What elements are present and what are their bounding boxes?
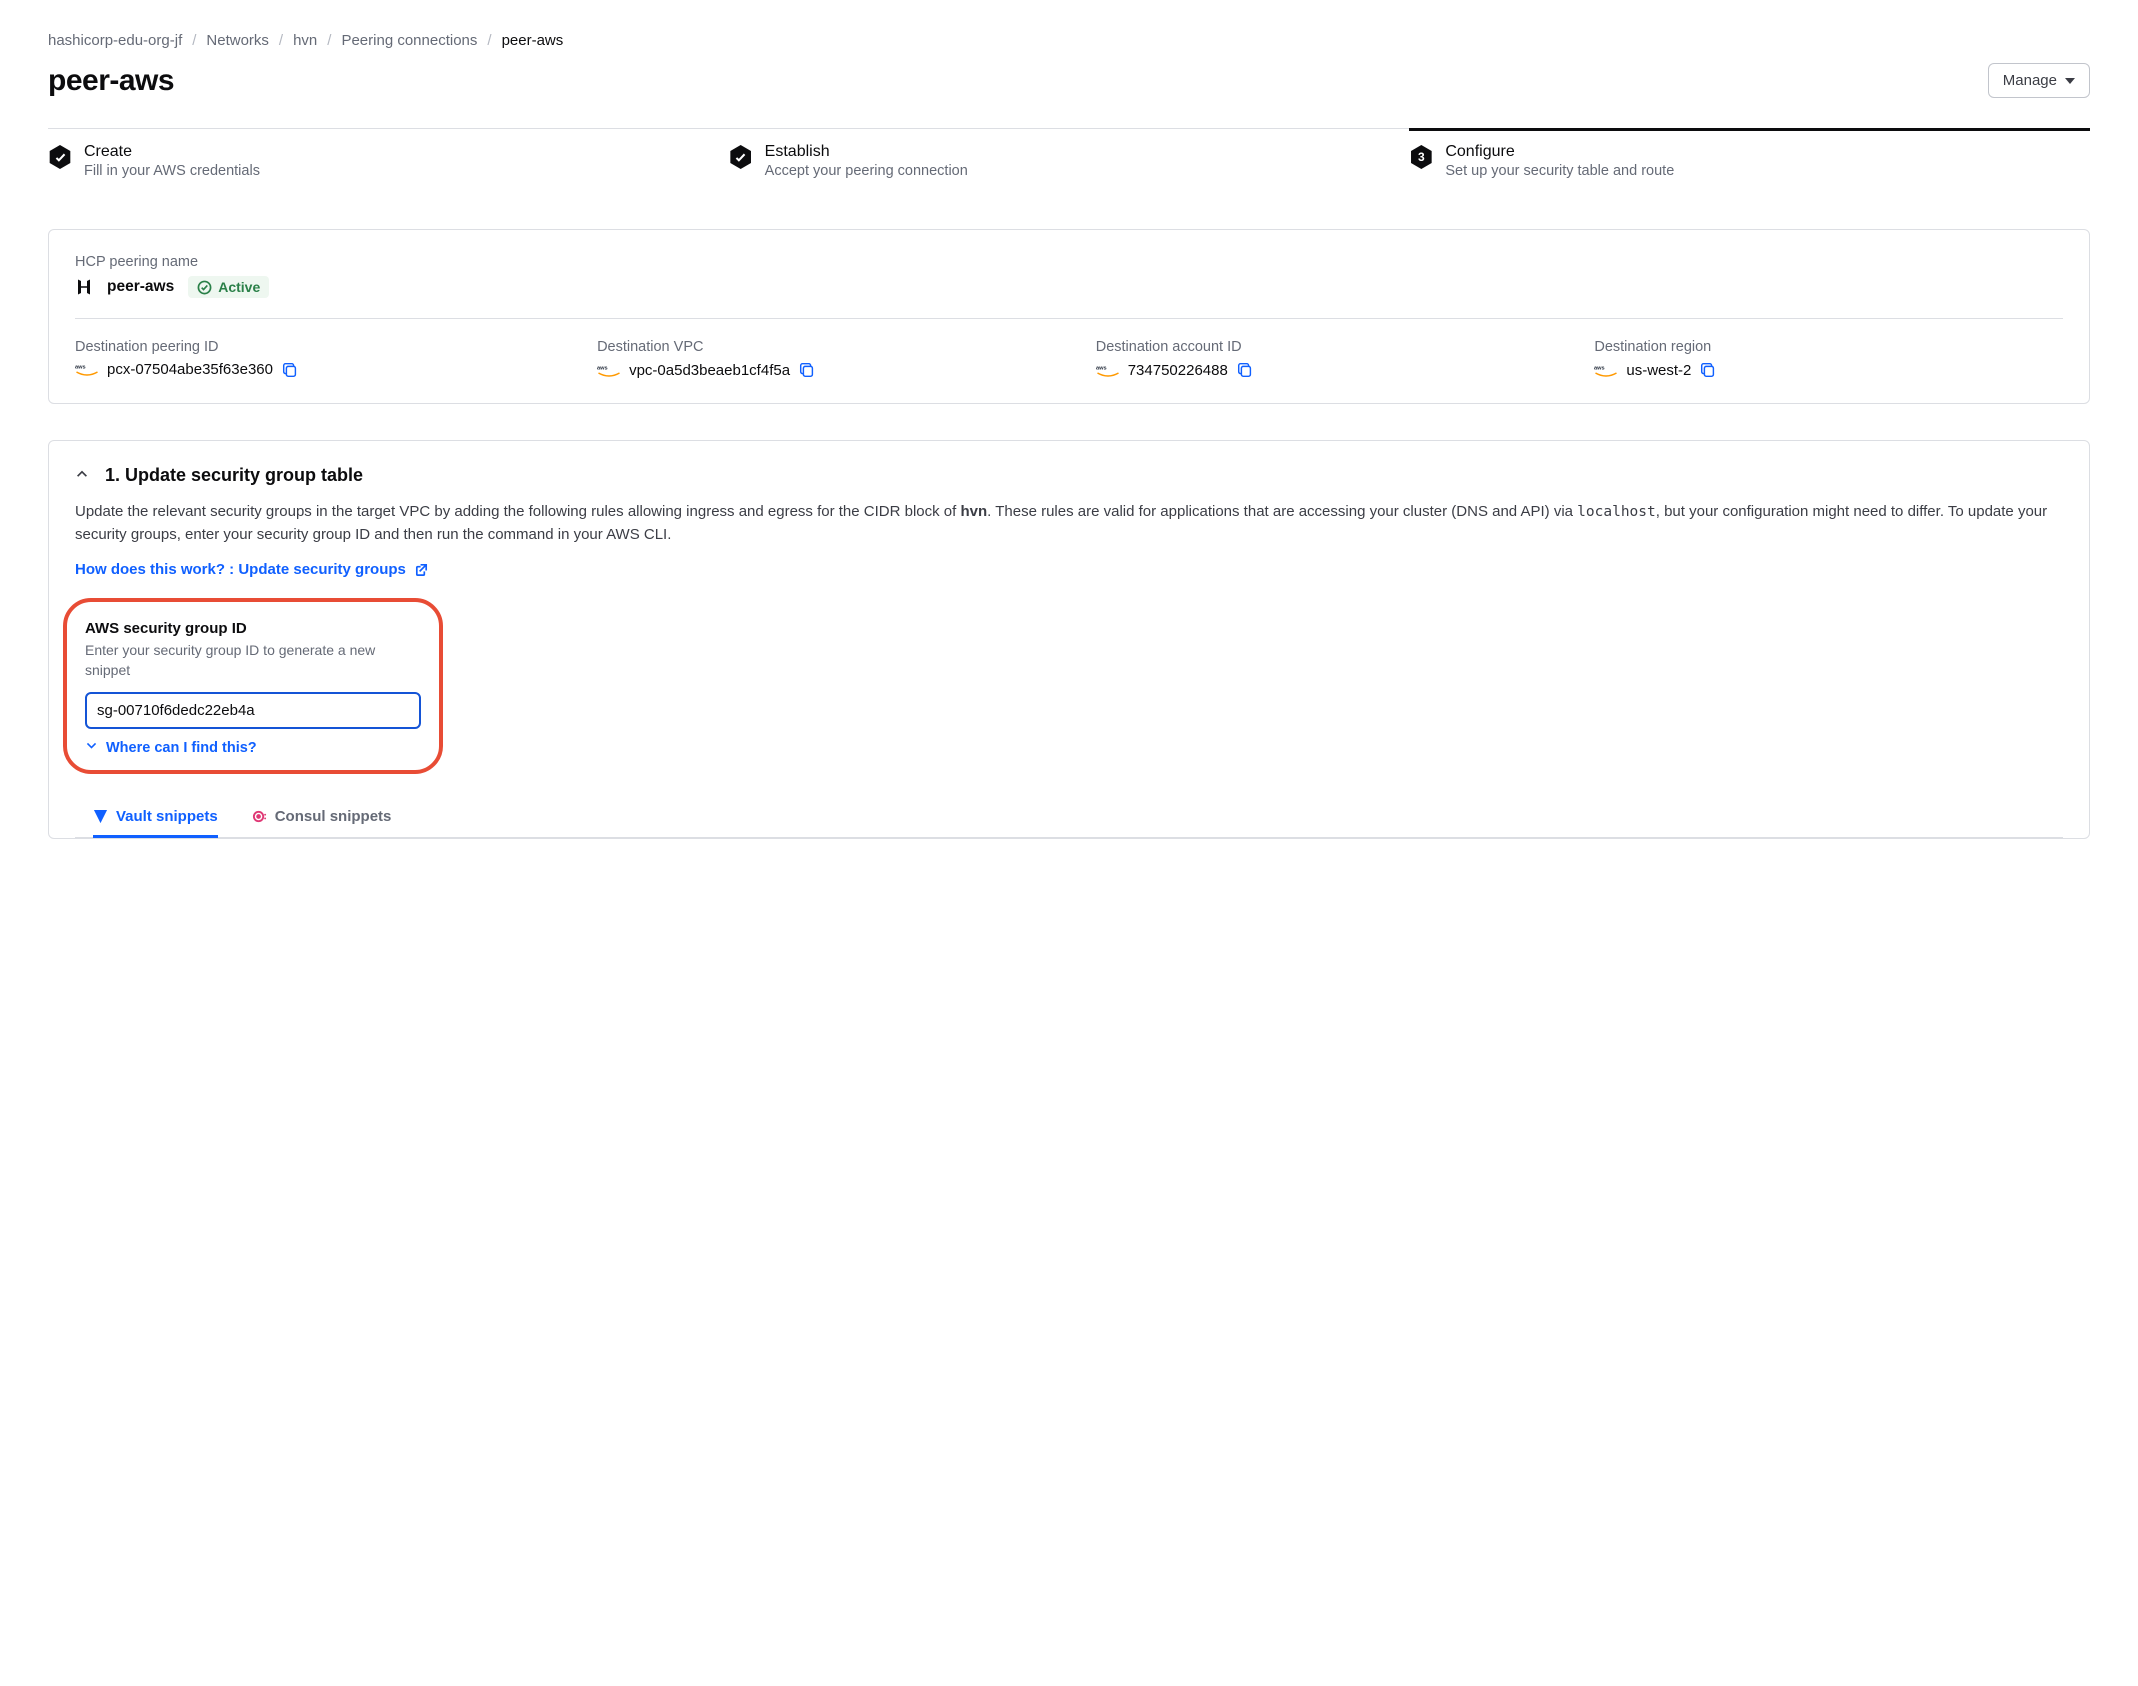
peering-name-value: peer-aws <box>107 278 174 296</box>
peering-info-card: HCP peering name peer-aws Active Destina… <box>48 229 2090 404</box>
destination-grid: Destination peering ID aws pcx-07504abe3… <box>75 339 2063 379</box>
step-subtitle: Fill in your AWS credentials <box>84 163 260 179</box>
tab-label: Consul snippets <box>275 808 392 825</box>
tab-consul-snippets[interactable]: Consul snippets <box>252 798 392 837</box>
chevron-down-icon <box>2065 78 2075 84</box>
check-circle-icon <box>197 280 212 295</box>
destination-region: Destination region aws us-west-2 <box>1594 339 2063 379</box>
step-title: Create <box>84 143 260 161</box>
where-find-link[interactable]: Where can I find this? <box>85 739 257 756</box>
chevron-up-icon <box>75 467 89 485</box>
peering-name-row: peer-aws Active <box>75 276 2063 298</box>
copy-icon[interactable] <box>281 361 299 379</box>
step-configure: 3 Configure Set up your security table a… <box>1409 128 2090 189</box>
step-number-icon: 3 <box>1409 145 1433 169</box>
svg-text:aws: aws <box>1594 365 1605 371</box>
security-group-id-input[interactable] <box>85 692 421 729</box>
where-find-text: Where can I find this? <box>106 740 257 756</box>
destination-label: Destination region <box>1594 339 2063 355</box>
divider <box>75 318 2063 319</box>
step-title: Configure <box>1445 143 1674 161</box>
breadcrumb-sep: / <box>487 32 491 49</box>
step-subtitle: Accept your peering connection <box>765 163 968 179</box>
copy-icon[interactable] <box>1699 361 1717 379</box>
step-subtitle: Set up your security table and route <box>1445 163 1674 179</box>
step-check-icon <box>48 145 72 169</box>
copy-icon[interactable] <box>1236 361 1254 379</box>
field-label: AWS security group ID <box>85 620 421 637</box>
destination-value: pcx-07504abe35f63e360 <box>107 361 273 378</box>
tab-label: Vault snippets <box>116 808 218 825</box>
destination-label: Destination account ID <box>1096 339 1565 355</box>
snippet-tabs: Vault snippets Consul snippets <box>75 798 2063 838</box>
breadcrumb-item[interactable]: hvn <box>293 32 317 49</box>
svg-text:aws: aws <box>1096 365 1107 371</box>
destination-account-id: Destination account ID aws 734750226488 <box>1096 339 1565 379</box>
aws-icon: aws <box>1096 362 1120 378</box>
copy-icon[interactable] <box>798 361 816 379</box>
breadcrumb-sep: / <box>327 32 331 49</box>
status-text: Active <box>218 279 260 295</box>
breadcrumb-item[interactable]: Peering connections <box>341 32 477 49</box>
peering-name-label: HCP peering name <box>75 254 2063 270</box>
aws-icon: aws <box>597 362 621 378</box>
svg-text:aws: aws <box>75 364 86 370</box>
security-group-highlight: AWS security group ID Enter your securit… <box>63 598 443 775</box>
svg-text:aws: aws <box>597 365 608 371</box>
page-title: peer-aws <box>48 64 174 98</box>
breadcrumb-sep: / <box>192 32 196 49</box>
step-create: Create Fill in your AWS credentials <box>48 129 729 189</box>
manage-button-label: Manage <box>2003 72 2057 89</box>
breadcrumb-current: peer-aws <box>502 32 564 49</box>
consul-icon <box>252 809 267 824</box>
destination-value: 734750226488 <box>1128 362 1228 379</box>
aws-icon: aws <box>75 361 99 377</box>
destination-peering-id: Destination peering ID aws pcx-07504abe3… <box>75 339 567 379</box>
tab-vault-snippets[interactable]: Vault snippets <box>93 798 218 838</box>
aws-icon: aws <box>1594 362 1618 378</box>
help-link[interactable]: How does this work? : Update security gr… <box>75 561 429 578</box>
field-help: Enter your security group ID to generate… <box>85 640 421 681</box>
step-title: Establish <box>765 143 968 161</box>
destination-vpc: Destination VPC aws vpc-0a5d3beaeb1cf4f5… <box>597 339 1066 379</box>
breadcrumb: hashicorp-edu-org-jf / Networks / hvn / Pee… <box>48 32 2090 49</box>
section-title: 1. Update security group table <box>105 465 363 486</box>
destination-value: vpc-0a5d3beaeb1cf4f5a <box>629 362 790 379</box>
step-establish: Establish Accept your peering connection <box>729 129 1410 189</box>
destination-label: Destination peering ID <box>75 339 567 355</box>
breadcrumb-item[interactable]: Networks <box>206 32 269 49</box>
manage-button[interactable]: Manage <box>1988 63 2090 98</box>
section-header[interactable]: 1. Update security group table <box>75 465 2063 486</box>
hashicorp-icon <box>75 278 93 296</box>
vault-icon <box>93 809 108 824</box>
breadcrumb-sep: / <box>279 32 283 49</box>
status-badge: Active <box>188 276 269 298</box>
external-link-icon <box>414 562 429 577</box>
help-link-text: How does this work? : Update security gr… <box>75 561 406 578</box>
destination-value: us-west-2 <box>1626 362 1691 379</box>
step-check-icon <box>729 145 753 169</box>
breadcrumb-item[interactable]: hashicorp-edu-org-jf <box>48 32 182 49</box>
page-header: peer-aws Manage <box>48 63 2090 98</box>
stepper: Create Fill in your AWS credentials Esta… <box>48 128 2090 189</box>
chevron-down-icon <box>85 739 98 756</box>
destination-label: Destination VPC <box>597 339 1066 355</box>
section-body: Update the relevant security groups in t… <box>75 500 2063 547</box>
update-security-section: 1. Update security group table Update th… <box>48 440 2090 839</box>
